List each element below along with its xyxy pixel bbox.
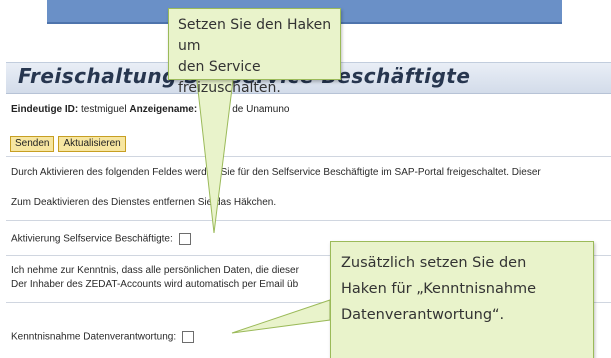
callout-pointer-2 [231,299,331,334]
callout-data-responsibility: Zusätzlich setzen Sie den Haken für „Ken… [330,241,594,358]
callout-activate-service: Setzen Sie den Haken um den Service frei… [168,8,341,96]
callout-line: Setzen Sie den Haken um [178,17,332,54]
callout-line: den Service freizuschalten. [178,59,281,96]
callout-line: Haken für „Kenntnisnahme [341,281,537,297]
callout-line: Zusätzlich setzen Sie den [341,255,527,271]
callout-line: Datenverantwortung“. [341,307,505,323]
